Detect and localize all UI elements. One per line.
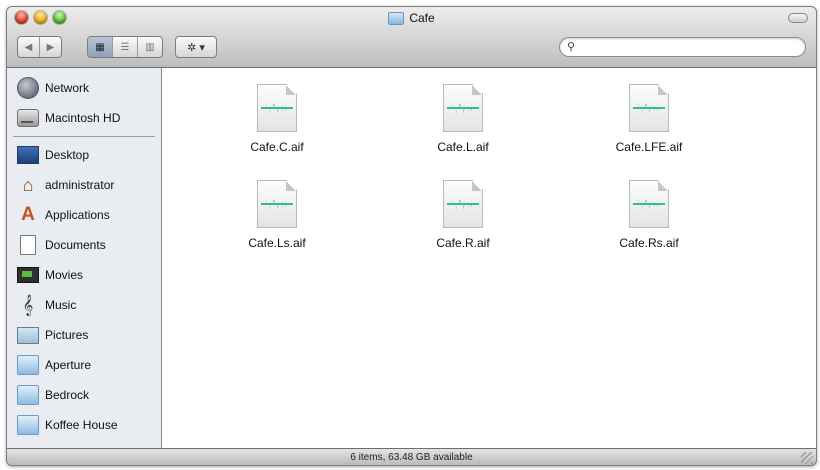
file-browser: Cafe.C.aif Cafe.L.aif Cafe.LFE.aif Cafe.… <box>162 68 816 448</box>
search-field[interactable]: ⚲ <box>559 37 806 57</box>
folder-icon <box>17 385 39 405</box>
home-icon: ⌂ <box>22 175 34 195</box>
title-toolbar: Cafe ◀ ▶ ▦ ☰ ▥ ✲ ▾ ⚲ <box>7 7 816 68</box>
document-icon <box>20 235 36 255</box>
back-button[interactable]: ◀ <box>18 37 40 57</box>
folder-icon <box>17 355 39 375</box>
column-view-button[interactable]: ▥ <box>138 37 162 57</box>
sidebar-item-bedrock[interactable]: Bedrock <box>7 380 161 410</box>
status-bar: 6 items, 63.48 GB available <box>7 448 816 465</box>
file-item[interactable]: Cafe.Rs.aif <box>584 180 714 250</box>
pictures-icon <box>17 326 39 344</box>
action-menu: ✲ ▾ <box>175 36 217 58</box>
globe-icon <box>17 77 39 99</box>
sidebar-item-documents[interactable]: Documents <box>7 230 161 260</box>
status-text: 6 items, 63.48 GB available <box>350 452 473 463</box>
audio-file-icon <box>257 180 297 228</box>
sidebar-divider <box>13 136 155 137</box>
sidebar: Network Macintosh HD Desktop ⌂ administr… <box>7 68 162 448</box>
sidebar-item-label: Koffee House <box>45 418 118 432</box>
sidebar-item-label: Applications <box>45 208 110 222</box>
view-mode-buttons: ▦ ☰ ▥ <box>87 36 163 58</box>
sidebar-item-label: Macintosh HD <box>45 111 121 125</box>
toolbar-toggle-button[interactable] <box>788 13 808 23</box>
file-item[interactable]: Cafe.L.aif <box>398 84 528 154</box>
sidebar-item-network[interactable]: Network <box>7 73 161 103</box>
file-name: Cafe.Ls.aif <box>248 236 306 250</box>
file-name: Cafe.LFE.aif <box>615 140 683 154</box>
back-arrow-icon: ◀ <box>24 41 33 53</box>
audio-file-icon <box>443 84 483 132</box>
sidebar-item-koffee-house[interactable]: Koffee House <box>7 410 161 440</box>
nav-buttons: ◀ ▶ <box>17 36 62 58</box>
sidebar-item-desktop[interactable]: Desktop <box>7 140 161 170</box>
sidebar-item-macintosh-hd[interactable]: Macintosh HD <box>7 103 161 133</box>
audio-file-icon <box>257 84 297 132</box>
sidebar-item-pictures[interactable]: Pictures <box>7 320 161 350</box>
gear-icon: ✲ ▾ <box>187 41 205 54</box>
sidebar-item-aperture[interactable]: Aperture <box>7 350 161 380</box>
sidebar-item-label: Desktop <box>45 148 90 162</box>
file-name: Cafe.L.aif <box>437 140 489 154</box>
column-view-icon: ▥ <box>145 41 155 53</box>
sidebar-item-label: administrator <box>45 178 115 192</box>
file-item[interactable]: Cafe.LFE.aif <box>584 84 714 154</box>
finder-window: Cafe ◀ ▶ ▦ ☰ ▥ ✲ ▾ ⚲ Network Macintosh H… <box>6 6 817 466</box>
audio-file-icon <box>629 84 669 132</box>
sidebar-item-music[interactable]: 𝄞 Music <box>7 290 161 320</box>
audio-file-icon <box>443 180 483 228</box>
action-menu-button[interactable]: ✲ ▾ <box>176 37 216 57</box>
icon-view-icon: ▦ <box>95 41 105 53</box>
resize-grip-icon[interactable] <box>801 452 813 464</box>
music-icon: 𝄞 <box>22 295 34 315</box>
folder-icon <box>17 415 39 435</box>
list-view-icon: ☰ <box>120 41 130 53</box>
sidebar-item-movies[interactable]: Movies <box>7 260 161 290</box>
file-item[interactable]: Cafe.R.aif <box>398 180 528 250</box>
sidebar-item-applications[interactable]: A Applications <box>7 200 161 230</box>
file-name: Cafe.Rs.aif <box>619 236 679 250</box>
sidebar-item-label: Bedrock <box>45 388 90 402</box>
sidebar-item-label: Movies <box>45 268 84 282</box>
sidebar-item-label: Music <box>45 298 77 312</box>
window-title-text: Cafe <box>409 11 435 25</box>
icon-view-button[interactable]: ▦ <box>88 37 113 57</box>
audio-file-icon <box>629 180 669 228</box>
file-name: Cafe.R.aif <box>436 236 490 250</box>
sidebar-item-label: Documents <box>45 238 106 252</box>
sidebar-item-label: Aperture <box>45 358 92 372</box>
file-item[interactable]: Cafe.C.aif <box>212 84 342 154</box>
search-icon: ⚲ <box>567 41 576 53</box>
sidebar-item-administrator[interactable]: ⌂ administrator <box>7 170 161 200</box>
forward-button[interactable]: ▶ <box>40 37 61 57</box>
list-view-button[interactable]: ☰ <box>113 37 138 57</box>
window-title: Cafe <box>7 11 816 25</box>
movie-icon <box>17 267 39 283</box>
sidebar-item-label: Network <box>45 81 90 95</box>
sidebar-item-label: Pictures <box>45 328 89 342</box>
applications-icon: A <box>21 204 35 225</box>
folder-icon <box>388 11 405 25</box>
file-item[interactable]: Cafe.Ls.aif <box>212 180 342 250</box>
hard-drive-icon <box>17 109 39 127</box>
forward-arrow-icon: ▶ <box>46 41 55 53</box>
desktop-icon <box>17 146 39 164</box>
file-name: Cafe.C.aif <box>250 140 304 154</box>
